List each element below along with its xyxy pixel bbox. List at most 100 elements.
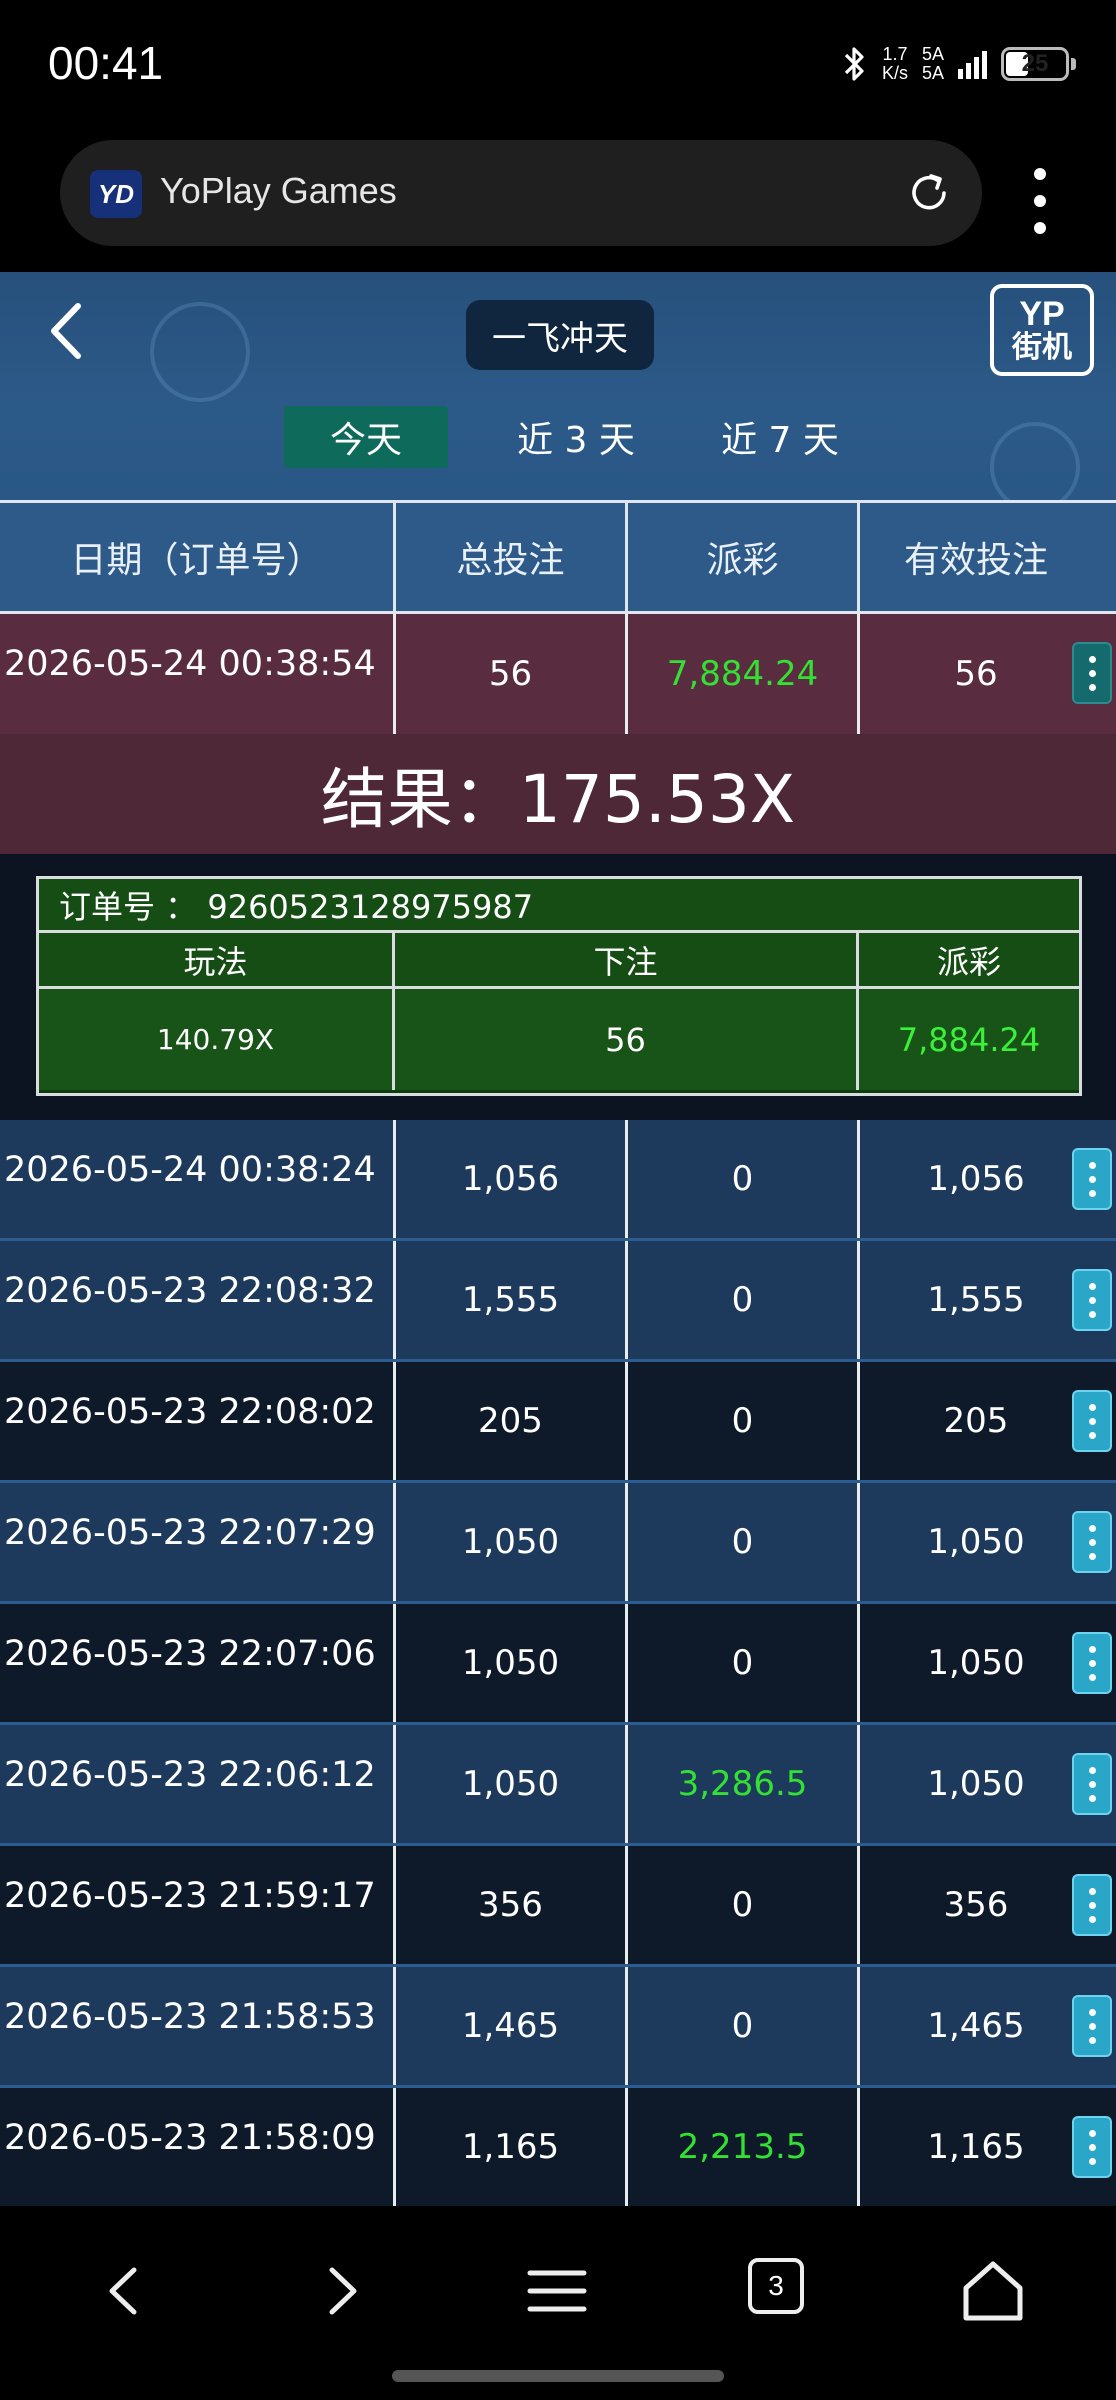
header-total-bet: 总投注 — [396, 503, 628, 611]
help-decoration-icon — [990, 422, 1080, 512]
table-row[interactable]: 2026-05-23 21:58:09 1,165 2,213.5 1,165 — [0, 2088, 1116, 2206]
table-row[interactable]: 2026-05-23 22:07:06 1,050 0 1,050 — [0, 1604, 1116, 1725]
tabs-icon[interactable]: 3 — [748, 2258, 804, 2314]
row-menu-button[interactable] — [1072, 1511, 1112, 1573]
browser-toolbar: YD YoPlay Games — [0, 130, 1116, 272]
row-total-bet: 1,050 — [396, 1725, 628, 1843]
row-payout: 0 — [628, 1967, 860, 2085]
row-total-bet: 1,056 — [396, 1120, 628, 1238]
row-valid-bet: 1,050 — [927, 1643, 1025, 1683]
table-row[interactable]: 2026-05-23 22:07:29 1,050 0 1,050 — [0, 1483, 1116, 1604]
tab-today[interactable]: 今天 — [284, 406, 448, 468]
row-payout: 0 — [628, 1241, 860, 1359]
row-total-bet: 205 — [396, 1362, 628, 1480]
logo-text-top: YP — [1019, 295, 1065, 333]
table-row[interactable]: 2026-05-23 22:06:12 1,050 3,286.5 1,050 — [0, 1725, 1116, 1846]
order-detail-grid: 玩法 140.79X 下注 56 派彩 7,884.24 — [39, 933, 1079, 1090]
row-menu-button[interactable] — [1072, 642, 1112, 704]
row-valid-bet: 356 — [943, 1885, 1009, 1925]
detail-col-play: 玩法 140.79X — [39, 933, 395, 1090]
row-menu-button[interactable] — [1072, 1753, 1112, 1815]
row-payout: 0 — [628, 1483, 860, 1601]
order-detail-panel: 订单号 ： 9260523128975987 玩法 140.79X 下注 56 … — [0, 854, 1116, 1120]
row-date: 2026-05-24 00:38:24 — [0, 1120, 396, 1238]
row-date: 2026-05-23 22:08:32 — [0, 1241, 396, 1359]
row-date: 2026-05-23 21:58:53 — [0, 1967, 396, 2085]
order-number: 订单号 ： 9260523128975987 — [39, 879, 1079, 933]
row-payout: 0 — [628, 1846, 860, 1964]
signal-labels: 5A 5A — [922, 45, 944, 83]
row-total-bet: 1,165 — [396, 2088, 628, 2206]
history-header: 一飞冲天 YP 街机 今天 近 3 天 近 7 天 — [0, 272, 1116, 512]
row-valid-bet: 1,555 — [927, 1280, 1025, 1320]
signal-label-1: 5A — [921, 44, 944, 64]
row-valid-bet: 56 — [954, 654, 998, 694]
back-icon[interactable] — [90, 2256, 160, 2326]
row-payout: 0 — [628, 1362, 860, 1480]
battery-tip — [1071, 58, 1076, 70]
battery-icon: 25 — [1001, 47, 1069, 81]
row-date: 2026-05-23 22:07:29 — [0, 1483, 396, 1601]
network-speed-value: 1.7 — [882, 44, 908, 64]
address-bar[interactable]: YD YoPlay Games — [60, 140, 982, 246]
row-menu-button[interactable] — [1072, 1148, 1112, 1210]
header-payout: 派彩 — [628, 503, 860, 611]
forward-icon[interactable] — [306, 2256, 376, 2326]
row-valid-bet: 1,050 — [927, 1764, 1025, 1804]
table-row-selected[interactable]: 2026-05-24 00:38:54 56 7,884.24 56 — [0, 614, 1116, 734]
battery-level: 25 — [1021, 50, 1049, 77]
table-row[interactable]: 2026-05-23 21:59:17 356 0 356 — [0, 1846, 1116, 1967]
row-valid-bet: 1,050 — [927, 1522, 1025, 1562]
browser-bottom-nav: 3 — [0, 2206, 1116, 2400]
row-date: 2026-05-24 00:38:54 — [0, 614, 396, 734]
tab-3-days[interactable]: 近 3 天 — [494, 406, 658, 468]
site-title[interactable]: YoPlay Games — [160, 170, 397, 212]
tab-7-days[interactable]: 近 7 天 — [698, 406, 862, 468]
row-menu-button[interactable] — [1072, 1632, 1112, 1694]
gesture-bar[interactable] — [392, 2370, 724, 2382]
detail-header-play: 玩法 — [39, 933, 392, 989]
menu-icon[interactable] — [522, 2256, 592, 2326]
row-date: 2026-05-23 22:06:12 — [0, 1725, 396, 1843]
status-time: 00:41 — [48, 37, 164, 89]
signal-label-2: 5A — [921, 63, 944, 83]
detail-header-bet: 下注 — [395, 933, 856, 989]
round-result: 结果：175.53X — [0, 734, 1116, 854]
row-payout: 0 — [628, 1120, 860, 1238]
yp-arcade-logo: YP 街机 — [990, 284, 1094, 376]
more-options-icon[interactable] — [1030, 168, 1050, 234]
trophy-decoration-icon — [150, 302, 250, 402]
table-header: 日期（订单号） 总投注 派彩 有效投注 — [0, 500, 1116, 614]
row-total-bet: 1,050 — [396, 1604, 628, 1722]
detail-col-bet: 下注 56 — [395, 933, 859, 1090]
header-valid-bet: 有效投注 — [903, 540, 1048, 581]
home-icon[interactable] — [958, 2256, 1028, 2326]
detail-value-bet: 56 — [395, 989, 856, 1090]
order-detail-table: 订单号 ： 9260523128975987 玩法 140.79X 下注 56 … — [36, 876, 1082, 1096]
table-row[interactable]: 2026-05-23 22:08:32 1,555 0 1,555 — [0, 1241, 1116, 1362]
table-row[interactable]: 2026-05-23 21:58:53 1,465 0 1,465 — [0, 1967, 1116, 2088]
row-payout: 3,286.5 — [628, 1725, 860, 1843]
row-menu-button[interactable] — [1072, 1995, 1112, 2057]
row-total-bet: 1,050 — [396, 1483, 628, 1601]
row-menu-button[interactable] — [1072, 1269, 1112, 1331]
date-range-tabs: 今天 近 3 天 近 7 天 — [284, 406, 862, 468]
cell-signal-icon — [958, 49, 987, 79]
table-row[interactable]: 2026-05-23 22:08:02 205 0 205 — [0, 1362, 1116, 1483]
row-date: 2026-05-23 21:58:09 — [0, 2088, 396, 2206]
network-speed: 1.7 K/s — [882, 45, 908, 83]
row-valid-bet: 1,165 — [927, 2127, 1025, 2167]
reload-icon[interactable] — [904, 168, 954, 218]
row-valid-bet: 205 — [943, 1401, 1009, 1441]
row-payout: 7,884.24 — [628, 614, 860, 734]
row-total-bet: 356 — [396, 1846, 628, 1964]
network-speed-unit: K/s — [881, 63, 908, 83]
status-icons: 1.7 K/s 5A 5A 25 — [840, 44, 1076, 84]
table-row[interactable]: 2026-05-24 00:38:24 1,056 0 1,056 — [0, 1120, 1116, 1241]
row-total-bet: 1,465 — [396, 1967, 628, 2085]
row-menu-button[interactable] — [1072, 2116, 1112, 2178]
back-arrow-icon[interactable] — [40, 296, 90, 366]
row-payout: 2,213.5 — [628, 2088, 860, 2206]
row-menu-button[interactable] — [1072, 1874, 1112, 1936]
row-menu-button[interactable] — [1072, 1390, 1112, 1452]
